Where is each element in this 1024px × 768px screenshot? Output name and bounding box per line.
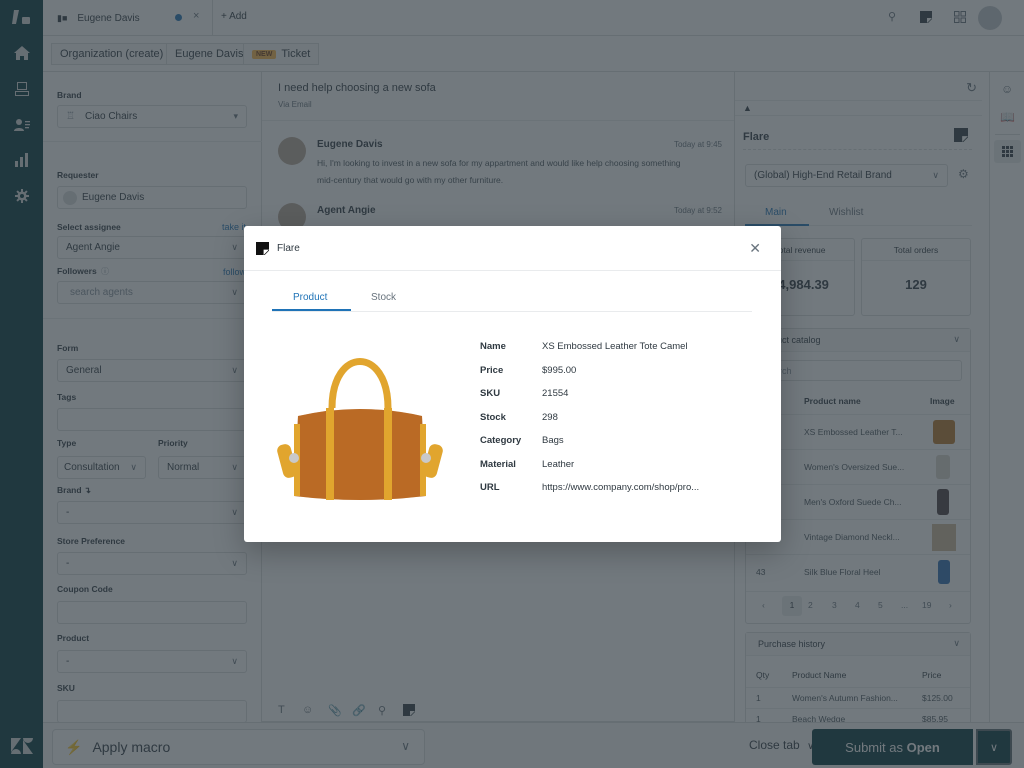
detail-key: Stock: [480, 412, 506, 423]
detail-key: Name: [480, 341, 506, 352]
modal-tabs: Product Stock: [272, 284, 752, 312]
product-image: [276, 346, 444, 506]
product-url-link[interactable]: https://www.company.com/shop/pro...: [542, 482, 699, 493]
detail-key: Price: [480, 365, 504, 376]
modal-header: Flare ✕: [244, 226, 781, 271]
detail-value: 21554: [542, 388, 569, 399]
tab-product[interactable]: Product: [293, 292, 327, 303]
close-icon[interactable]: ✕: [749, 240, 761, 257]
product-modal: Flare ✕ Product Stock Name XS Embossed L…: [244, 226, 781, 542]
detail-key: SKU: [480, 388, 501, 399]
flare-logo-icon: [256, 242, 269, 260]
detail-key: URL: [480, 482, 500, 493]
tab-stock[interactable]: Stock: [371, 292, 396, 303]
modal-title: Flare: [277, 243, 300, 254]
detail-key: Material: [480, 459, 516, 470]
detail-key: Category: [480, 435, 522, 446]
detail-value: $995.00: [542, 365, 577, 376]
app: ▮■ Eugene Davis × + Add ⚲ Organization (…: [0, 0, 1024, 768]
detail-value: Bags: [542, 435, 564, 446]
detail-value: Leather: [542, 459, 575, 470]
detail-value: XS Embossed Leather Tote Camel: [542, 341, 688, 352]
detail-value: 298: [542, 412, 558, 423]
tab-indicator: [272, 309, 351, 311]
